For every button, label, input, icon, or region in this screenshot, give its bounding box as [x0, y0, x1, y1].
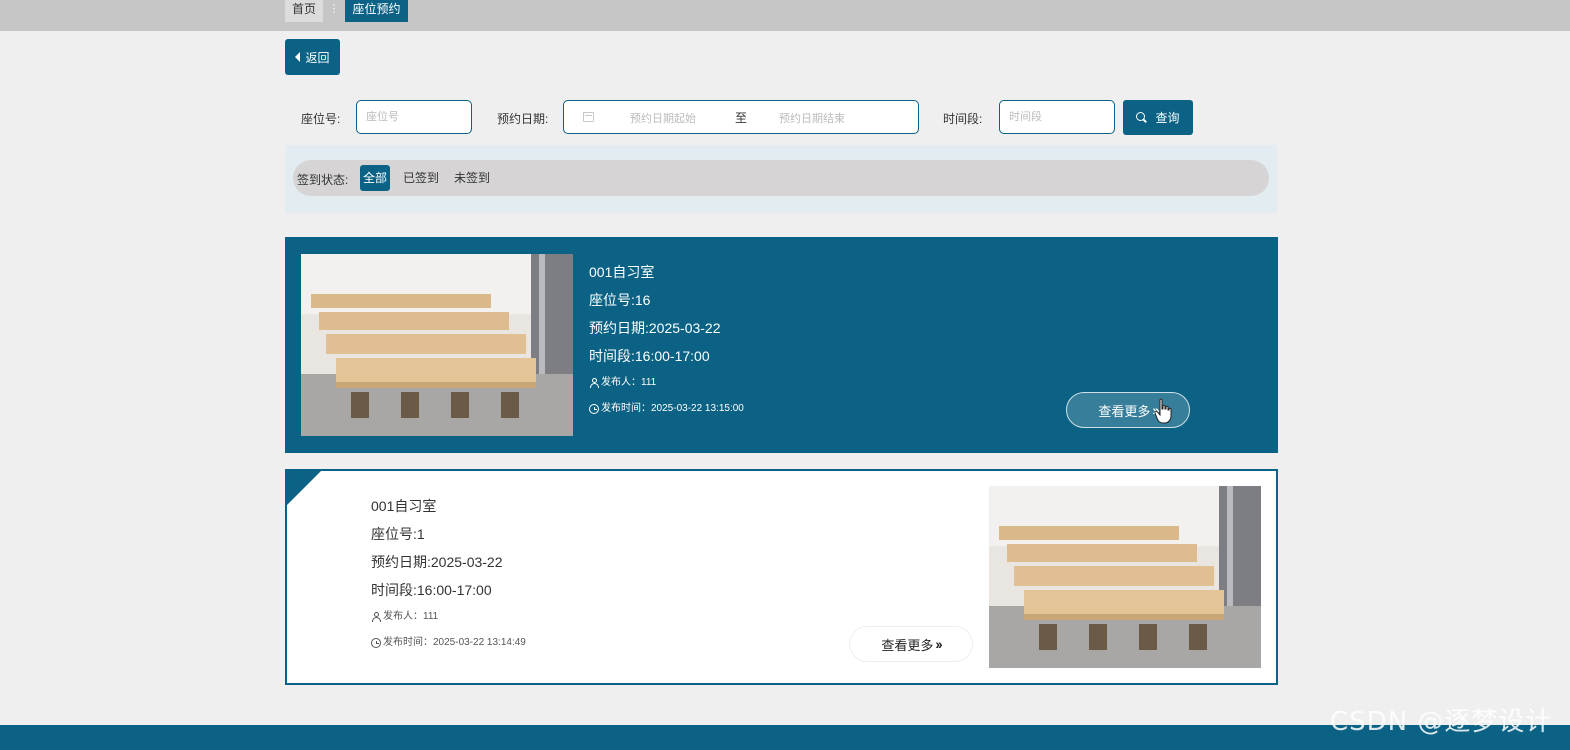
user-icon	[589, 378, 599, 388]
publisher-row: 发布人：111	[589, 377, 744, 389]
reservation-date: 预约日期:2025-03-22	[589, 320, 721, 336]
search-icon	[1136, 112, 1148, 123]
back-button[interactable]: 返回	[285, 39, 340, 75]
query-button[interactable]: 查询	[1123, 100, 1193, 135]
caret-left-icon	[295, 52, 301, 62]
publish-time-row: 发布时间：2025-03-22 13:14:49	[371, 637, 526, 649]
study-room-image	[989, 486, 1261, 668]
seat-number: 座位号:16	[589, 292, 651, 308]
time-slot-input[interactable]: 时间段	[999, 100, 1115, 134]
filter-option-not-checked-in[interactable]: 未签到	[451, 165, 493, 191]
publisher-row: 发布人：111	[371, 611, 526, 623]
watermark: CSDN @逐梦设计	[1330, 707, 1553, 737]
room-name: 001自习室	[371, 498, 437, 514]
reservation-card[interactable]: 001自习室 座位号:1 预约日期:2025-03-22 时间段:16:00-1…	[285, 469, 1278, 685]
date-start-input[interactable]: 预约日期起始	[630, 110, 696, 126]
time-slot: 时间段:16:00-17:00	[371, 582, 492, 598]
filter-option-checked-in[interactable]: 已签到	[400, 165, 442, 191]
query-button-label: 查询	[1155, 111, 1180, 125]
publish-time: 发布时间：2025-03-22 13:15:00	[601, 403, 744, 414]
time-slot: 时间段:16:00-17:00	[589, 348, 710, 364]
time-slot-label: 时间段:	[943, 112, 983, 126]
filter-option-all[interactable]: 全部	[360, 165, 391, 191]
top-bar: 首页 ⋮ 座位预约	[0, 0, 1570, 31]
checkin-status-label: 签到状态:	[297, 173, 349, 187]
breadcrumb-current: 座位预约	[345, 0, 408, 22]
publisher: 发布人：111	[601, 377, 657, 388]
reservation-date-label: 预约日期:	[497, 112, 549, 126]
clock-icon	[589, 404, 599, 414]
breadcrumb-home[interactable]: 首页	[285, 0, 323, 22]
checkin-status-filter: 签到状态: 全部 已签到 未签到	[293, 160, 1269, 196]
room-name: 001自习室	[589, 264, 655, 280]
publish-time: 发布时间：2025-03-22 13:14:49	[383, 637, 526, 648]
double-chevron-right-icon: ››	[935, 636, 942, 652]
back-button-label: 返回	[305, 50, 330, 65]
filter-panel: 签到状态: 全部 已签到 未签到	[285, 145, 1277, 213]
date-range-separator: 至	[735, 111, 748, 125]
reservation-info: 001自习室 座位号:1 预约日期:2025-03-22 时间段:16:00-1…	[371, 498, 526, 649]
user-icon	[371, 612, 381, 622]
calendar-icon	[583, 112, 594, 122]
publisher: 发布人：111	[383, 611, 439, 622]
publish-time-row: 发布时间：2025-03-22 13:15:00	[589, 403, 744, 415]
study-room-image	[301, 254, 573, 436]
hand-cursor-icon	[1154, 398, 1172, 424]
breadcrumb-separator: ⋮	[328, 3, 340, 15]
reservation-info: 001自习室 座位号:16 预约日期:2025-03-22 时间段:16:00-…	[589, 264, 744, 415]
clock-icon	[371, 638, 381, 648]
view-more-label: 查看更多	[1098, 403, 1151, 419]
seat-number-input[interactable]: 座位号	[356, 100, 472, 134]
seat-number: 座位号:1	[371, 526, 425, 542]
date-end-input[interactable]: 预约日期结束	[779, 110, 845, 126]
reservation-date: 预约日期:2025-03-22	[371, 554, 503, 570]
date-range-picker[interactable]: 预约日期起始 至 预约日期结束	[563, 100, 919, 134]
view-more-label: 查看更多	[881, 637, 934, 653]
seat-number-label: 座位号:	[301, 112, 341, 126]
view-more-button[interactable]: 查看更多 ››	[849, 626, 973, 662]
reservation-card[interactable]: 001自习室 座位号:16 预约日期:2025-03-22 时间段:16:00-…	[285, 237, 1278, 453]
